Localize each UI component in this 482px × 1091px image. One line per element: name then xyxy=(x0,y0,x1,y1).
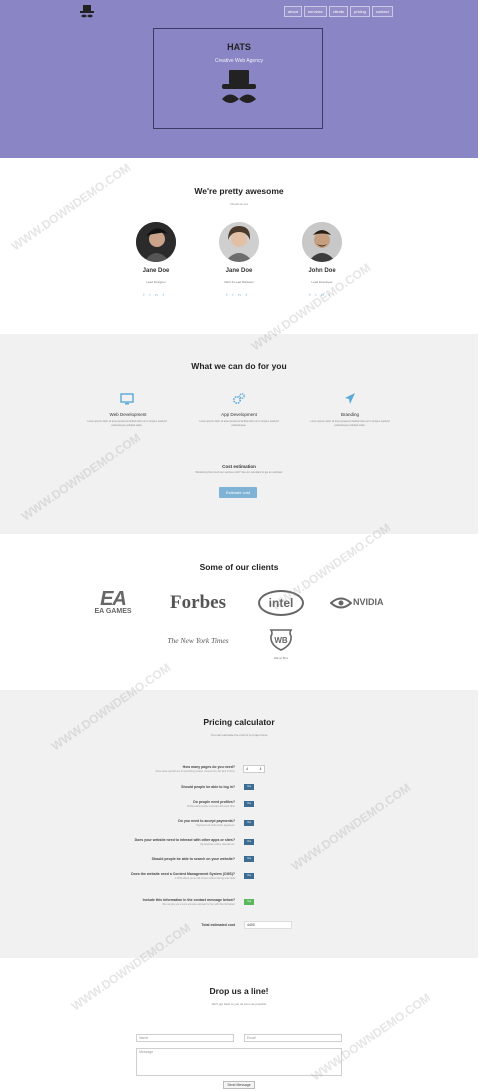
login-toggle[interactable]: Yes xyxy=(244,784,254,790)
question-label: Should people be able to log in? xyxy=(181,785,235,789)
service-title: Web Development xyxy=(109,412,147,417)
warner-bros-logo: WB Warner Bros xyxy=(266,628,296,660)
nav-pricing[interactable]: pricing xyxy=(350,6,370,17)
question-help: Some basic specific text for describing … xyxy=(155,771,235,773)
member-role: Lead Developer xyxy=(311,280,333,284)
nav-contact[interactable]: contact xyxy=(371,6,393,17)
name-field[interactable]: Name xyxy=(136,1034,234,1042)
hero-title: HATS xyxy=(227,42,251,52)
hero-box: HATS Creative Web Agency xyxy=(153,28,323,129)
profiles-toggle[interactable]: Yes xyxy=(244,801,254,807)
wb-text: Warner Bros xyxy=(274,657,288,660)
services-section: What we can do for you Web Development L… xyxy=(0,334,478,534)
service-text: Lorem ipsum dolor sit amet praesent faci… xyxy=(199,420,279,427)
team-subtitle: Check us out xyxy=(230,202,248,206)
pages-number-input[interactable]: 4 ⇕ xyxy=(243,765,265,773)
nav-clients[interactable]: clients xyxy=(328,6,349,17)
services-title: What we can do for you xyxy=(191,361,287,371)
service-text: Lorem ipsum dolor sit amet praesent faci… xyxy=(310,420,390,427)
nvidia-logo: NVIDIA xyxy=(330,596,400,610)
clients-title: Some of our clients xyxy=(199,562,279,572)
message-textarea[interactable]: Message xyxy=(136,1048,342,1076)
total-cost-field: 4400 xyxy=(244,921,292,929)
question-label: Do people need profiles? xyxy=(193,800,235,804)
top-navigation: about services clients pricing contact xyxy=(284,6,395,17)
question-help: Profiles allow people to interact with e… xyxy=(186,806,235,808)
monitor-icon xyxy=(120,393,134,405)
linkedin-icon[interactable]: in xyxy=(315,292,328,297)
service-title: Branding xyxy=(340,412,359,417)
ea-games-text: EA GAMES xyxy=(94,608,132,615)
search-toggle[interactable]: Yes xyxy=(244,856,254,862)
nav-services[interactable]: services xyxy=(304,6,327,17)
contact-subtitle: We'll get back to you as soon as possibl… xyxy=(211,1002,267,1006)
contact-title: Drop us a line! xyxy=(209,986,269,996)
question-label: Include this information in the contact … xyxy=(142,898,235,902)
question-help: Eg facebook, twitter, calendar etc. xyxy=(200,844,235,846)
cost-title: Cost estimation xyxy=(222,464,256,469)
question-help: A CMS allows you to edit content without… xyxy=(174,878,235,880)
question-label: Does your website need to interact with … xyxy=(134,838,235,842)
intel-logo: intel xyxy=(258,590,304,616)
include-info-toggle[interactable]: Yes xyxy=(244,899,254,905)
question-help: We can give you a more accurate estimate… xyxy=(162,904,235,906)
linkedin-icon[interactable]: in xyxy=(149,292,162,297)
avatar xyxy=(302,222,342,262)
nvidia-text: NVIDIA xyxy=(353,597,384,607)
avatar xyxy=(136,222,176,262)
question-label: How many pages do you need? xyxy=(182,765,235,769)
hat-logo-icon[interactable] xyxy=(78,4,96,20)
wb-shield-icon: WB xyxy=(269,629,293,651)
watermark-text: WWW.DOWNDEMO.COM xyxy=(8,160,134,254)
nav-about[interactable]: about xyxy=(284,6,303,17)
service-text: Lorem ipsum dolor sit amet praesent faci… xyxy=(87,420,167,427)
question-label: Does the website need a Content Manageme… xyxy=(131,872,235,876)
nvidia-eye-icon xyxy=(330,597,352,609)
twitter-icon[interactable]: t xyxy=(246,292,252,297)
pricing-section: Pricing calculator You can estimate the … xyxy=(0,690,478,958)
stepper-arrows-icon[interactable]: ⇕ xyxy=(259,766,262,772)
svg-text:WB: WB xyxy=(274,636,288,645)
cost-text: Wondering how much our services cost? Us… xyxy=(195,471,283,474)
hat-mustache-icon xyxy=(222,70,256,103)
twitter-icon[interactable]: t xyxy=(329,292,335,297)
ea-mark: EA xyxy=(100,588,127,610)
nyt-logo: The New York Times xyxy=(167,636,229,645)
send-message-button[interactable]: Send Message xyxy=(223,1081,255,1089)
member-name: John Doe xyxy=(308,268,336,274)
ea-games-logo: EA EA GAMES xyxy=(88,588,138,616)
linkedin-icon[interactable]: in xyxy=(232,292,245,297)
pricing-title: Pricing calculator xyxy=(203,717,275,727)
twitter-icon[interactable]: t xyxy=(163,292,169,297)
hero-subtitle: Creative Web Agency xyxy=(215,58,263,64)
pricing-subtitle: You can estimate the cost of a project h… xyxy=(210,733,268,737)
rocket-icon xyxy=(345,393,355,404)
hero-section: about services clients pricing contact H… xyxy=(0,0,478,158)
question-label: Do you need to accept payments? xyxy=(178,819,235,823)
payments-toggle[interactable]: Yes xyxy=(244,820,254,826)
total-cost-value: 4400 xyxy=(247,923,255,927)
pages-value: 4 xyxy=(246,767,248,771)
email-field[interactable]: Email xyxy=(244,1034,342,1042)
team-title: We're pretty awesome xyxy=(194,186,284,196)
integrations-toggle[interactable]: Yes xyxy=(244,839,254,845)
avatar xyxy=(219,222,259,262)
estimate-cost-button[interactable]: Estimate cost xyxy=(219,487,257,498)
forbes-logo: Forbes xyxy=(170,592,226,613)
social-links: fint xyxy=(272,292,372,297)
service-title: App Development xyxy=(221,412,257,417)
total-label: Total estimated cost xyxy=(201,923,235,927)
cms-toggle[interactable]: Yes xyxy=(244,873,254,879)
question-help: Payments via credit cards, paypal etc. xyxy=(196,825,235,827)
question-label: Should people be able to search on your … xyxy=(151,857,235,861)
gears-icon xyxy=(232,393,245,405)
